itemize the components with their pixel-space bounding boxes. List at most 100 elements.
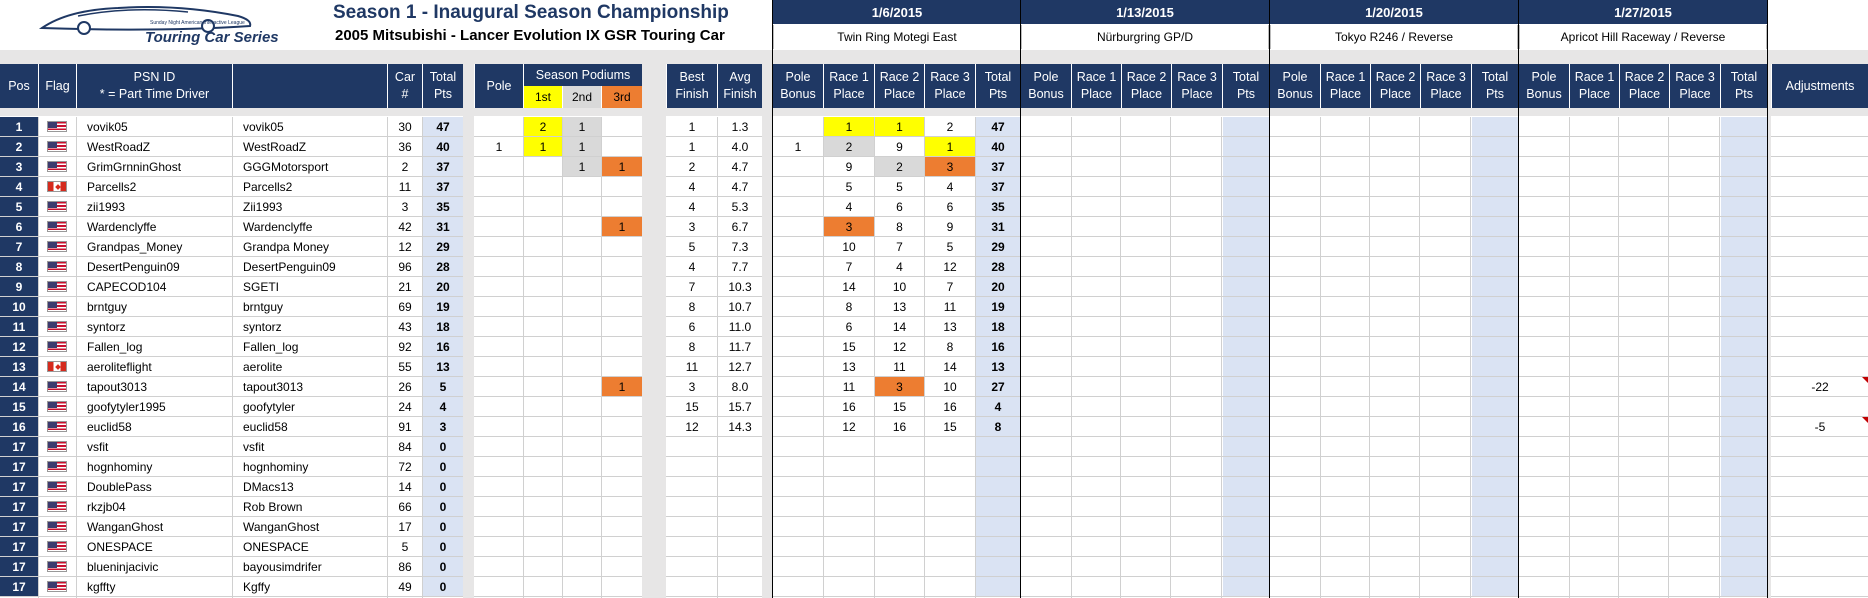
position-cell: 7 [0,237,38,256]
race-total-cell: 8 [976,417,1020,436]
pole-cell [475,417,523,436]
position-cell: 3 [0,157,38,176]
psn-id-cell: DesertPenguin09 [87,259,180,274]
race3-place-cell [925,537,975,556]
race-total-cell: 37 [976,157,1020,176]
race3-place-cell: 16 [943,399,957,414]
podium-2nd-cell [563,357,601,376]
total-points-cell: 20 [423,277,463,296]
race-total-cell [976,537,1020,556]
logo-text: Touring Car Series [145,29,279,46]
race-total-empty-cell [1472,137,1518,156]
car-number-cell: 86 [398,559,412,574]
podium-1st-cell: 2 [524,117,562,136]
race-total-empty-cell [1223,577,1269,596]
position-cell: 17 [0,557,38,576]
race1-place-cell: 13 [842,359,856,374]
race-total-cell [976,477,1020,496]
race2-place-cell: 4 [896,259,903,274]
race-total-empty-cell [1472,117,1518,136]
header-gtp [233,64,387,108]
best-finish-cell: 11 [685,359,699,374]
comment-indicator-icon[interactable] [1862,377,1868,383]
column-divider [717,117,718,598]
race3-place-cell [925,477,975,496]
race2-place-cell: 10 [892,279,907,294]
header-race4-race2: Race 2 Place [1620,64,1669,108]
podium-3rd-cell [602,197,642,216]
best-finish-cell: 2 [688,159,696,174]
gtplanet-id-cell: DesertPenguin09 [243,259,336,274]
car-number-cell: 66 [398,499,412,514]
car-number-cell: 3 [401,199,409,214]
best-finish-cell: 8 [688,299,696,314]
psn-id-cell: aeroliteflight [87,359,152,374]
header-race2-race3: Race 3 Place [1172,64,1222,108]
gtplanet-id-cell: Grandpa Money [243,239,330,254]
race-total-empty-cell [1223,497,1269,516]
column-divider [1419,117,1420,598]
header-race3-race_total: Total Pts [1472,64,1518,108]
podium-1st-cell [524,397,562,416]
car-number-cell: 12 [398,239,412,254]
column-divider [422,117,423,598]
race1-place-cell: 16 [842,399,856,414]
car-number-cell: 69 [398,299,412,314]
adjustment-cell: -5 [1814,419,1826,434]
race-total-cell [976,497,1020,516]
header-race2-race2: Race 2 Place [1122,64,1171,108]
car-number-cell: 92 [398,339,412,354]
adjustment-cell [1772,197,1868,216]
podium-2nd-cell [563,257,601,276]
usa-flag-icon [47,221,67,232]
race-total-empty-cell [1223,297,1269,316]
header-season-podiums: Season Podiums [524,64,642,86]
best-finish-cell: 8 [688,339,696,354]
header-band [0,50,1868,64]
best-finish-cell [667,437,717,456]
comment-indicator-icon[interactable] [1862,417,1868,423]
podium-1st-cell [524,497,562,516]
psn-id-cell: GrimGrnninGhost [87,159,182,174]
race-total-empty-cell [1721,277,1767,296]
podium-3rd-cell [602,477,642,496]
usa-flag-icon [47,561,67,572]
race2-place-cell: 9 [896,139,903,154]
column-divider [975,117,976,598]
column-divider [1120,117,1121,598]
best-finish-cell [667,557,717,576]
race-total-empty-cell [1472,397,1518,416]
total-points-cell: 0 [423,497,463,516]
race3-place-cell: 11 [943,299,957,314]
race3-place-cell: 15 [943,419,957,434]
race3-place-cell: 6 [946,199,954,214]
best-finish-cell: 1 [688,139,696,154]
podium-2nd-cell [563,537,601,556]
row-divider [0,596,1868,597]
race-total-empty-cell [1223,197,1269,216]
podium-1st-cell [524,157,562,176]
podium-3rd-cell [602,257,642,276]
race-total-empty-cell [1472,577,1518,596]
podium-2nd-cell: 1 [563,157,601,176]
avg-finish-cell: 11.0 [728,319,752,334]
adjustment-cell [1772,557,1868,576]
header-race4-race1: Race 1 Place [1570,64,1619,108]
race-total-empty-cell [1721,297,1767,316]
best-finish-cell [667,517,717,536]
best-finish-cell: 4 [688,259,696,274]
pole-bonus-cell [773,437,823,456]
race-total-empty-cell [1472,377,1518,396]
column-divider [38,117,39,598]
position-cell: 17 [0,497,38,516]
race-total-empty-cell [1223,137,1269,156]
header-race3-pole_bonus: Pole Bonus [1270,64,1320,108]
race-total-empty-cell [1223,157,1269,176]
header-pole: Pole [475,64,523,108]
race2-place-cell [875,557,924,576]
race-track: Apricot Hill Raceway / Reverse [1519,25,1767,49]
race-total-empty-cell [1223,237,1269,256]
adjustment-cell [1772,217,1868,236]
podium-1st-cell [524,577,562,596]
total-points-cell: 28 [423,257,463,276]
